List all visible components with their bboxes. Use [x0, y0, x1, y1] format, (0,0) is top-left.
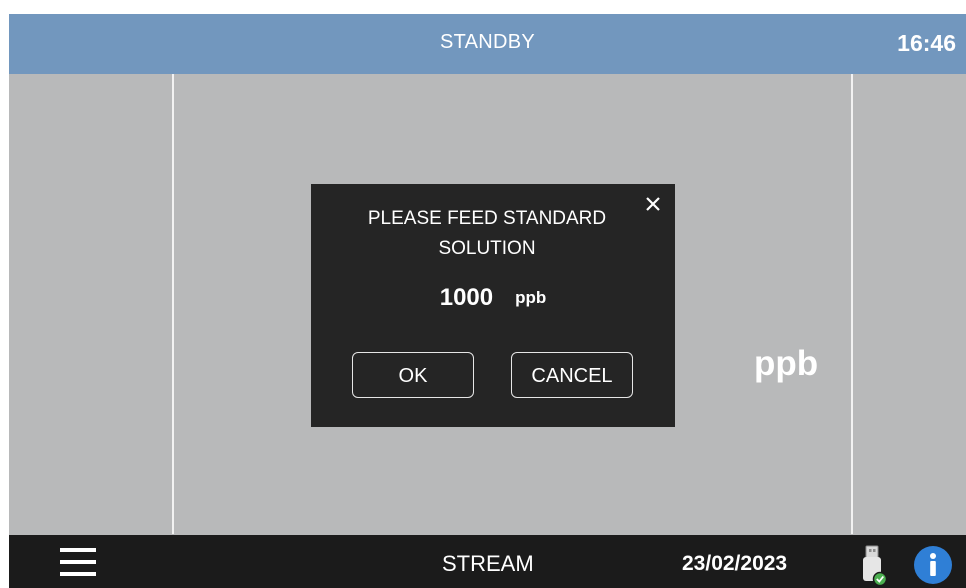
status-bar: STANDBY 16:46: [9, 14, 966, 74]
ok-button[interactable]: OK: [352, 352, 474, 398]
hamburger-menu-icon[interactable]: [60, 546, 96, 578]
usb-drive-connected-icon: [857, 545, 889, 587]
left-panel-divider: [172, 74, 174, 534]
device-screen: STANDBY 16:46 ppb PLEASE FEED STANDARD S…: [9, 14, 966, 588]
dialog-message-line1: PLEASE FEED STANDARD: [367, 208, 607, 229]
status-text: STANDBY: [439, 31, 536, 53]
bottom-bar: STREAM 23/02/2023: [9, 535, 966, 588]
standard-value: 1000: [439, 284, 494, 311]
cancel-button[interactable]: CANCEL: [511, 352, 633, 398]
dialog-message-line2: SOLUTION: [438, 238, 536, 259]
right-panel-divider: [851, 74, 853, 534]
measurement-unit-label: ppb: [754, 344, 819, 383]
clock: 16:46: [897, 30, 956, 56]
info-icon[interactable]: [913, 545, 953, 585]
standard-value-row: 1000 ppb: [311, 284, 675, 312]
date-display: 23/02/2023: [682, 552, 788, 575]
stream-button[interactable]: STREAM: [442, 551, 534, 577]
standard-value-unit: ppb: [515, 288, 547, 307]
standard-solution-dialog: PLEASE FEED STANDARD SOLUTION 1000 ppb OK…: [311, 184, 675, 427]
